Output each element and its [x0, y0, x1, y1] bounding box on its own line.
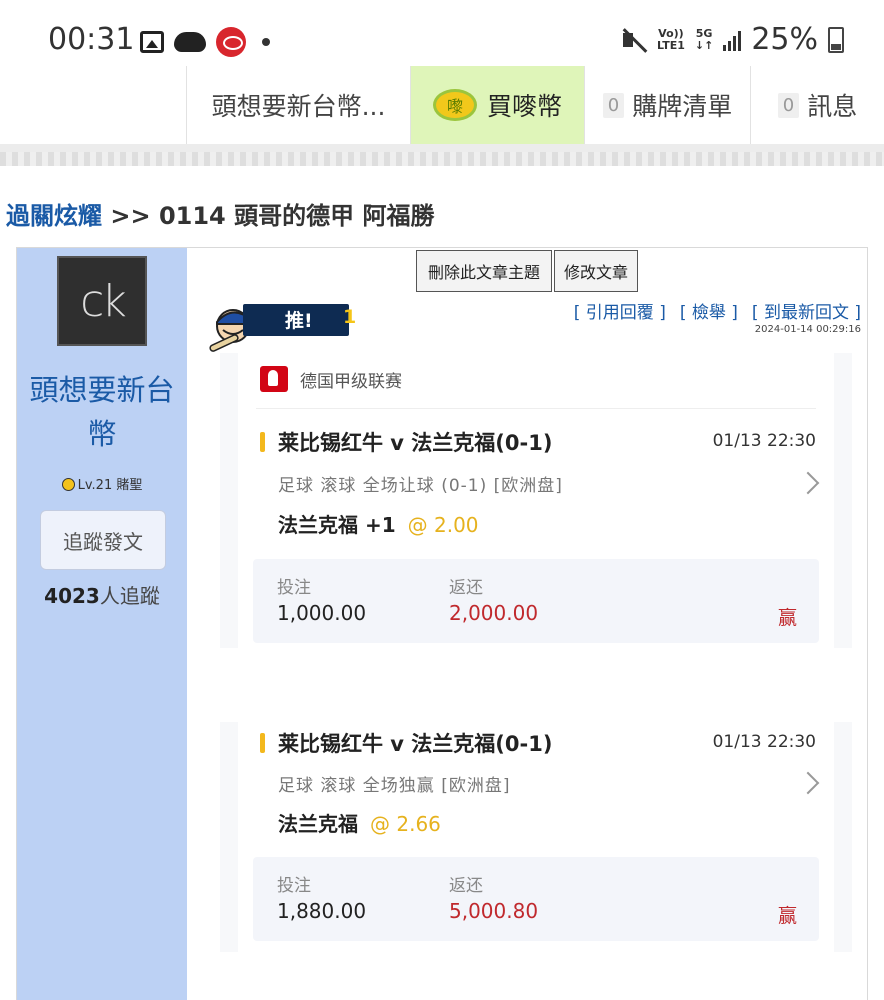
stake-summary: 投注 1,880.00 返还 5,000.80 赢	[253, 857, 819, 941]
author-level: Lv.21 賭聖	[17, 474, 187, 493]
stake-label: 投注	[277, 876, 311, 896]
follow-button[interactable]: 追蹤發文	[40, 510, 166, 570]
coin-icon: 嚟	[432, 89, 477, 121]
return-value: 2,000.00	[449, 601, 539, 625]
nav-buy-coin[interactable]: 嚟 買嘜幣	[410, 66, 584, 144]
bet-type: 足球 滚球 全场独赢 [欧洲盘]	[278, 776, 511, 796]
result-badge: 赢	[777, 905, 797, 927]
chevron-right-icon[interactable]	[796, 471, 820, 495]
cloud-icon	[174, 32, 206, 52]
gallery-icon	[140, 31, 164, 53]
bet-card-body: 莱比锡红牛 v 法兰克福(0-1) 01/13 22:30 足球 滚球 全场独赢…	[238, 722, 834, 952]
mute-icon	[619, 26, 647, 54]
stake-value: 1,000.00	[277, 601, 367, 625]
avatar-logo-text: ck	[80, 275, 127, 327]
more-notifications-icon	[262, 38, 270, 46]
push-label: 推!	[285, 310, 313, 332]
breadcrumb-separator: >>	[110, 202, 151, 230]
return-label: 返还	[449, 578, 483, 598]
nav-user-link[interactable]: 頭想要新台幣...	[186, 66, 410, 144]
cart-count-badge: 0	[602, 92, 625, 118]
bet-pick: 法兰克福 @ 2.66	[278, 812, 441, 836]
nav-buy-coin-label: 買嘜幣	[486, 92, 562, 121]
league-name: 德国甲级联赛	[300, 371, 402, 392]
top-nav: 頭想要新台幣... 嚟 買嘜幣 0 購牌清單 0 訊息	[0, 66, 884, 144]
clock: 00:31	[48, 22, 135, 57]
stake-value: 1,880.00	[277, 899, 367, 923]
nav-cart-label: 購牌清單	[632, 92, 733, 121]
push-button[interactable]: 推! 1	[207, 300, 356, 352]
avatar[interactable]: ck	[57, 256, 147, 346]
latest-reply-link[interactable]: [ 到最新回文 ]	[752, 298, 861, 323]
notification-icons	[140, 27, 270, 57]
nav-cart[interactable]: 0 購牌清單	[584, 66, 750, 144]
quote-reply-link[interactable]: [ 引用回覆 ]	[574, 298, 666, 323]
delete-topic-button[interactable]: 刪除此文章主題	[416, 250, 552, 292]
bet-card-body: 德国甲级联赛 莱比锡红牛 v 法兰克福(0-1) 01/13 22:30 足球 …	[238, 353, 834, 648]
edit-post-button[interactable]: 修改文章	[554, 250, 638, 292]
post-timestamp: 2024-01-14 00:29:16	[754, 324, 861, 335]
return-label: 返还	[449, 876, 483, 896]
breadcrumb: 過關炫耀 >> 0114 頭哥的德甲 阿福勝	[6, 196, 434, 231]
system-icons: Vo)) LTE1 5G ↓↑ 25%	[619, 22, 844, 57]
bet-odds: @ 2.00	[407, 513, 479, 537]
nav-divider	[0, 144, 884, 166]
status-bar: 00:31 Vo)) LTE1 5G ↓↑ 25%	[0, 0, 884, 66]
match-marker	[260, 733, 265, 753]
bet-odds: @ 2.66	[370, 812, 441, 836]
breadcrumb-forum-link[interactable]: 過關炫耀	[6, 202, 102, 230]
level-icon	[61, 478, 75, 491]
report-link[interactable]: [ 檢舉 ]	[680, 298, 738, 323]
5g-icon: 5G ↓↑	[694, 26, 714, 52]
match-title: 莱比锡红牛 v 法兰克福(0-1)	[278, 732, 553, 756]
bet-card: 德国甲级联赛 莱比锡红牛 v 法兰克福(0-1) 01/13 22:30 足球 …	[220, 353, 852, 648]
match-time: 01/13 22:30	[712, 431, 816, 451]
author-panel: ck 頭想要新台幣 Lv.21 賭聖 追蹤發文 4023人追蹤	[17, 248, 187, 1000]
nav-user-label: 頭想要新台幣...	[211, 92, 386, 121]
volte-icon: Vo)) LTE1	[657, 26, 685, 52]
bet-pick: 法兰克福 +1 @ 2.00	[278, 513, 479, 537]
app-badge-icon	[216, 27, 246, 57]
match-time: 01/13 22:30	[712, 732, 816, 752]
chevron-right-icon[interactable]	[796, 771, 820, 795]
divider	[256, 408, 816, 409]
bet-type: 足球 滚球 全场让球 (0-1) [欧洲盘]	[278, 476, 563, 496]
nav-messages[interactable]: 0 訊息	[750, 66, 884, 144]
stake-summary: 投注 1,000.00 返还 2,000.00 赢	[253, 559, 819, 643]
post-links: [ 引用回覆 ] [ 檢舉 ] [ 到最新回文 ]	[574, 298, 861, 323]
follower-count: 4023人追蹤	[44, 584, 160, 608]
author-name[interactable]: 頭想要新台幣	[17, 368, 187, 456]
message-count-badge: 0	[777, 92, 800, 118]
bet-card: 莱比锡红牛 v 法兰克福(0-1) 01/13 22:30 足球 滚球 全场独赢…	[220, 722, 852, 952]
bundesliga-logo-icon	[260, 366, 288, 392]
push-count: 1	[343, 306, 357, 328]
match-title: 莱比锡红牛 v 法兰克福(0-1)	[278, 431, 553, 455]
battery-icon	[828, 26, 844, 53]
return-value: 5,000.80	[449, 899, 539, 923]
nav-messages-label: 訊息	[807, 92, 858, 121]
battery-percent: 25%	[751, 22, 818, 57]
stake-label: 投注	[277, 578, 311, 598]
league-row: 德国甲级联赛	[260, 363, 402, 395]
result-badge: 赢	[777, 607, 797, 629]
signal-icon	[723, 29, 742, 51]
page-title: 0114 頭哥的德甲 阿福勝	[158, 202, 435, 230]
match-marker	[260, 432, 265, 452]
